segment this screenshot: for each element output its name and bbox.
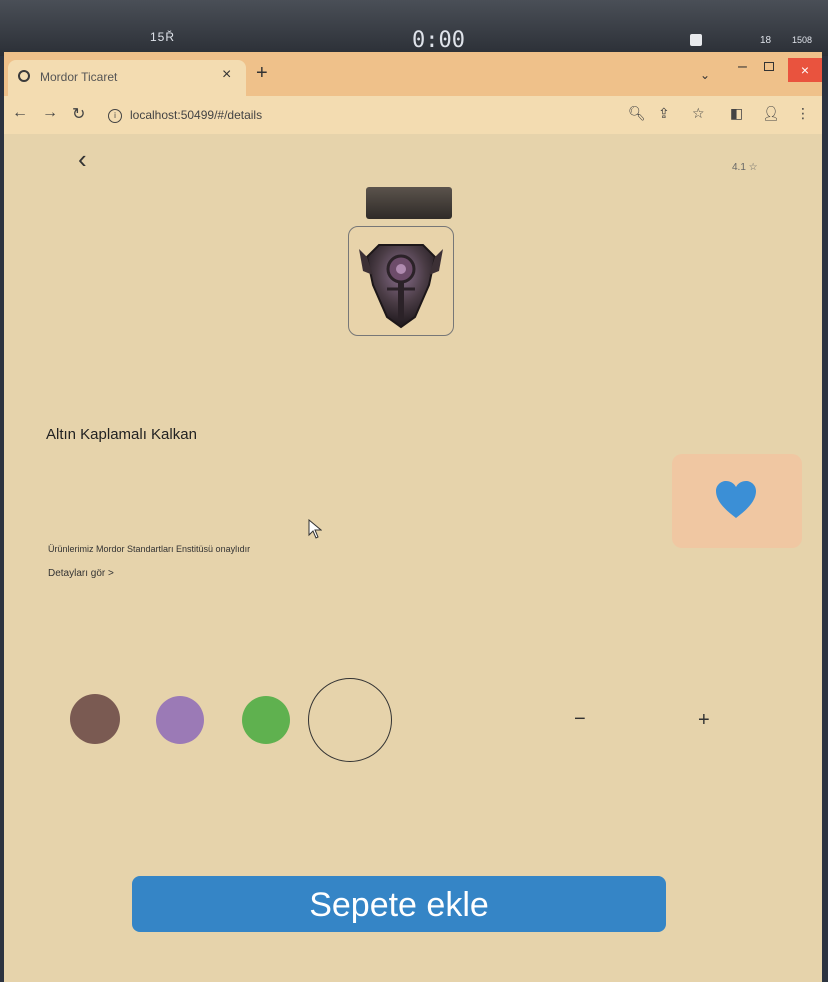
share-icon[interactable]: ⇪	[658, 105, 670, 122]
quantity-increase-button[interactable]: +	[698, 709, 710, 732]
favorite-button[interactable]	[672, 454, 802, 548]
color-swatch-selected[interactable]	[308, 678, 392, 762]
taskbar-tray-icon[interactable]	[690, 34, 702, 46]
rating-text: 4.1 ☆	[732, 162, 758, 173]
window-minimize-button[interactable]: –	[738, 58, 747, 76]
shield-icon	[359, 244, 443, 329]
taskbar-clock: 0:00	[412, 28, 465, 53]
color-swatch-green[interactable]	[242, 696, 290, 744]
tab-close-icon[interactable]: ×	[222, 66, 231, 84]
new-tab-button[interactable]: +	[256, 62, 268, 85]
tab-title: Mordor Ticaret	[40, 70, 118, 84]
forward-arrow-icon[interactable]: →	[42, 104, 58, 122]
taskbar-tray-number: 18	[760, 35, 772, 46]
browser-tab[interactable]: Mordor Ticaret ×	[8, 60, 246, 96]
add-to-cart-button[interactable]: Sepete ekle	[132, 876, 666, 932]
taskbar-tray-text: 1508	[792, 35, 813, 45]
sidebar-icon[interactable]: ◧	[730, 105, 743, 122]
info-icon[interactable]: i	[108, 108, 122, 123]
address-text: localhost:50499/#/details	[130, 108, 263, 122]
back-arrow-icon[interactable]: ←	[12, 104, 28, 122]
details-link[interactable]: Detayları gör >	[48, 568, 114, 579]
tab-strip: Mordor Ticaret × + ⌄ – ×	[4, 52, 822, 96]
os-taskbar: 15Ř 0:00 18 1508	[0, 0, 828, 56]
bookmark-star-icon[interactable]: ☆	[692, 105, 705, 122]
color-swatch-purple[interactable]	[156, 696, 204, 744]
globe-icon	[18, 70, 30, 82]
color-swatch-brown[interactable]	[70, 694, 120, 744]
heart-shape	[716, 481, 756, 518]
product-preview-thumbnail	[366, 187, 452, 219]
menu-kebab-icon[interactable]: ⋮	[796, 105, 810, 122]
quantity-decrease-button[interactable]: −	[574, 708, 586, 731]
address-bar[interactable]: i localhost:50499/#/details	[108, 101, 718, 129]
window-close-button[interactable]: ×	[788, 58, 822, 82]
profile-icon[interactable]: 👤︎	[762, 105, 780, 122]
browser-window: Mordor Ticaret × + ⌄ – × ← → ↻ i localhos…	[4, 52, 822, 982]
chevron-down-icon[interactable]: ⌄	[700, 68, 710, 82]
reload-icon[interactable]: ↻	[72, 104, 85, 124]
heart-icon	[716, 481, 756, 518]
standards-notice: Ürünlerimiz Mordor Standartları Enstitüs…	[48, 544, 251, 554]
product-image-frame[interactable]	[348, 226, 454, 336]
mouse-cursor-icon	[308, 519, 322, 539]
product-title: Altın Kaplamalı Kalkan	[46, 426, 197, 443]
browser-toolbar: ← → ↻ i localhost:50499/#/details 🔍︎ ⇪ ☆ …	[4, 96, 822, 134]
zoom-icon[interactable]: 🔍︎	[628, 105, 646, 122]
window-maximize-button[interactable]	[764, 62, 774, 71]
taskbar-status: 15Ř	[150, 30, 176, 44]
product-details-page: ‹ 4.1 ☆ Altın Kaplamalı Kalkan Ürünlerim…	[4, 134, 822, 982]
product-image	[348, 182, 458, 342]
back-chevron-icon[interactable]: ‹	[78, 144, 87, 175]
